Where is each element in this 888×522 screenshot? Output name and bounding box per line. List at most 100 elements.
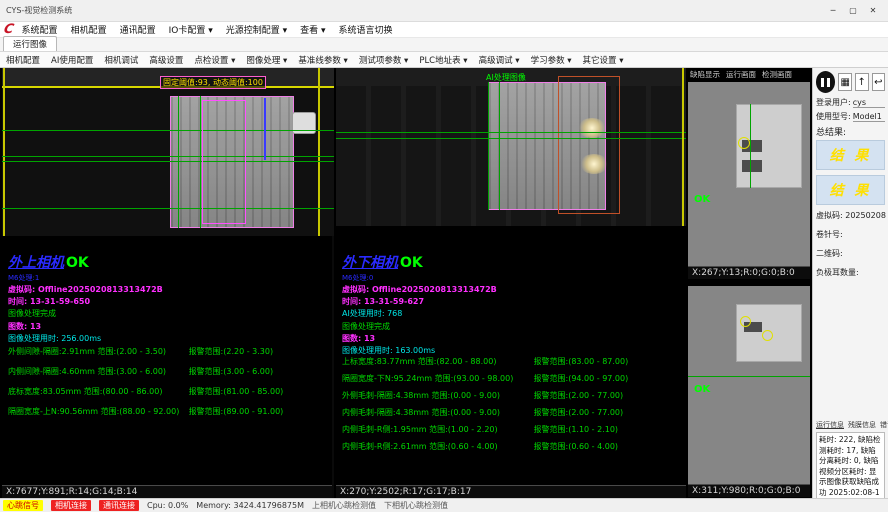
overlay-line [318,68,320,236]
alarm-range: 报警范围:(1.10 - 2.10) [534,424,678,435]
pixel-coords-small-bottom: X:311;Y:980;R:0;G:0;B:0 [688,484,810,497]
menu-item[interactable]: 系统语言切换 [339,23,393,36]
defect-view-bottom[interactable]: OK X:311;Y:980;R:0;G:0;B:0 [688,286,810,496]
toolbar-button[interactable]: 其它设置 ▾ [583,54,624,66]
run-log[interactable]: 耗时: 222, 缺陷检测耗时: 17, 缺陷分离耗时: 0, 缺陷视频分区耗时… [816,432,885,506]
alarm-range: 报警范围:(83.00 - 87.00) [534,356,678,367]
toolbar-button[interactable]: 学习参数 ▾ [531,54,572,66]
side-panel: ▦ ↑ ↩ 登录用户: cys 使用型号: Model1 总结果: 结 果结 果… [812,68,888,498]
return-button[interactable]: ↩ [872,73,886,91]
time-line: 时间: 13-31-59-627 [342,296,497,308]
comm-connection-badge: 通讯连接 [99,500,139,511]
ai-time-line: AI处理用时: 768 [342,308,497,320]
overlay-line [264,98,266,160]
menu-item[interactable]: 光源控制配置 ▾ [226,23,287,36]
toolbar-button[interactable]: 图像处理 ▾ [246,54,287,66]
model-value[interactable]: Model1 [853,112,885,122]
overlay-roi-box [558,76,620,214]
measurement-row: 内侧毛刺-R侧:1.95mm 范围:(1.00 - 2.20) 报警范围:(1.… [342,424,678,435]
small-views-column: 缺陷显示运行画面检测画面 OK X:267;Y:13;R:0;G:0;B:0 [688,68,810,498]
menu-item[interactable]: IO卡配置 ▾ [169,23,213,36]
info-tabs: 运行信息 残膜信息 错误信息 [816,420,885,430]
heartbeat-bottom-link[interactable]: 下相机心跳检测值 [384,500,448,511]
close-button[interactable]: ✕ [864,4,882,18]
tabbar: 运行图像 [0,38,888,52]
app-window: CYS-视觉检测系统 ─ ▢ ✕ C 系统配置相机配置通讯配置IO卡配置 ▾光源… [0,0,888,522]
defect-marker [762,330,773,341]
measurement-value: 上标宽度:83.77mm 范围:(82.00 - 88.00) [342,356,534,367]
result-box: 结 果 [816,140,885,170]
menu-item[interactable]: 系统配置 [22,23,58,36]
measurement-value: 外侧间隙-隔圈:2.91mm 范围:(2.00 - 3.50) [8,346,189,357]
overlay-line [688,376,810,377]
overlay-line [2,156,334,157]
pixel-coords-small-top: X:267;Y:13;R:0;G:0;B:0 [688,266,810,279]
measurement-value: 隔圈宽度-下N:95.24mm 范围:(93.00 - 98.00) [342,373,534,384]
small-view-tab[interactable]: 缺陷显示 [690,69,720,80]
weld-highlight [580,154,608,174]
model-field: 使用型号: Model1 [816,111,885,122]
toolbar-button[interactable]: PLC地址表 ▾ [419,54,467,66]
menu-item[interactable]: 相机配置 [71,23,107,36]
toolbar-button[interactable]: 高级设置 [149,54,183,66]
done-line: 图像处理完成 [8,308,163,320]
small-view-tab[interactable]: 检测画面 [762,69,792,80]
toolbar-button[interactable]: 相机配置 [6,54,40,66]
alarm-range: 报警范围:(3.00 - 6.00) [189,366,325,377]
toolbar-button[interactable]: 测试项参数 ▾ [359,54,408,66]
tab-run-image[interactable]: 运行图像 [3,36,57,51]
camera-title: 外上相机 [8,253,64,275]
login-user-value[interactable]: cys [853,98,885,108]
measurement-list-lower: 上标宽度:83.77mm 范围:(82.00 - 88.00) 报警范围:(83… [342,356,678,458]
model-label: 使用型号: [816,111,851,122]
qr-label: 二维码: [816,248,885,259]
overlay-line [682,68,684,226]
heartbeat-top-link[interactable]: 上相机心跳检测值 [312,500,376,511]
camera-image-upper[interactable]: 固定阈值:93, 动态阈值:100 [2,68,334,236]
info-tab-film[interactable]: 残膜信息 [848,420,876,430]
menu-item[interactable]: 查看 ▾ [300,23,325,36]
overlay-roi-box [202,100,246,224]
measurement-list-upper: 外侧间隙-隔圈:2.91mm 范围:(2.00 - 3.50) 报警范围:(2.… [8,346,325,426]
overlay-line [200,96,201,228]
measurement-row: 外侧间隙-隔圈:2.91mm 范围:(2.00 - 3.50) 报警范围:(2.… [8,346,325,357]
anode-count-label: 负极耳数量: [816,267,885,278]
toolbar-button[interactable]: 高级调试 ▾ [479,54,520,66]
barcode-line: 虚拟码: Offline2025020813313472B [8,284,163,296]
overlay-line [336,132,686,133]
measurement-value: 内侧毛刺-R侧:1.95mm 范围:(1.00 - 2.20) [342,424,534,435]
defect-image-bottom[interactable]: OK [688,286,810,484]
app-logo-icon: C [2,22,15,37]
camera-view-lower[interactable]: AI处理图像 外下相机OK M6处理:0 虚拟码: Offline2025020… [336,68,686,498]
toolbar-button[interactable]: 相机调试 [104,54,138,66]
overlay-line [499,82,500,210]
menubar: C 系统配置相机配置通讯配置 IO卡配置 ▾ 光源控制配置 ▾ 查看 ▾ 系统语言切换 [0,22,888,38]
maximize-button[interactable]: ▢ [844,4,862,18]
arrow-up-button[interactable]: ↑ [855,73,869,91]
toolbar-button[interactable]: 基准线参数 ▾ [298,54,347,66]
login-user-label: 登录用户: [816,97,851,108]
result-status: OK [66,253,89,275]
grid-view-button[interactable]: ▦ [838,73,852,91]
measurement-value: 内侧毛刺-隔圈:4.38mm 范围:(0.00 - 9.00) [342,407,534,418]
toolbar-button[interactable]: 点检设置 ▾ [194,54,235,66]
toolbar-button[interactable]: AI使用配置 [51,54,93,66]
defect-view-top[interactable]: OK X:267;Y:13;R:0;G:0;B:0 [688,82,810,278]
overlay-line [2,130,334,131]
measurement-row: 隔圈宽度-上N:90.56mm 范围:(88.00 - 92.00) 报警范围:… [8,406,325,417]
overlay-line [488,82,489,210]
process-time-line: 图像处理用时: 256.00ms [8,333,163,345]
menu-item[interactable]: 通讯配置 [120,23,156,36]
defect-image-top[interactable]: OK [688,82,810,266]
camera-image-lower[interactable]: AI处理图像 [336,68,686,226]
info-tab-error[interactable]: 错误信息 [880,420,888,430]
info-tab-run[interactable]: 运行信息 [816,420,844,430]
main-workspace: 固定阈值:93, 动态阈值:100 外上相机OK M6处理:1 虚拟码: Off… [0,68,888,498]
small-view-tab[interactable]: 运行画面 [726,69,756,80]
measurement-row: 外侧毛刺-隔圈:4.38mm 范围:(0.00 - 9.00) 报警范围:(2.… [342,390,678,401]
minimize-button[interactable]: ─ [824,4,842,18]
pause-button[interactable] [816,71,835,93]
result-box: 结 果 [816,175,885,205]
result-text-lower: 外下相机OK M6处理:0 虚拟码: Offline20250208133134… [342,253,497,358]
camera-view-upper[interactable]: 固定阈值:93, 动态阈值:100 外上相机OK M6处理:1 虚拟码: Off… [2,68,334,498]
